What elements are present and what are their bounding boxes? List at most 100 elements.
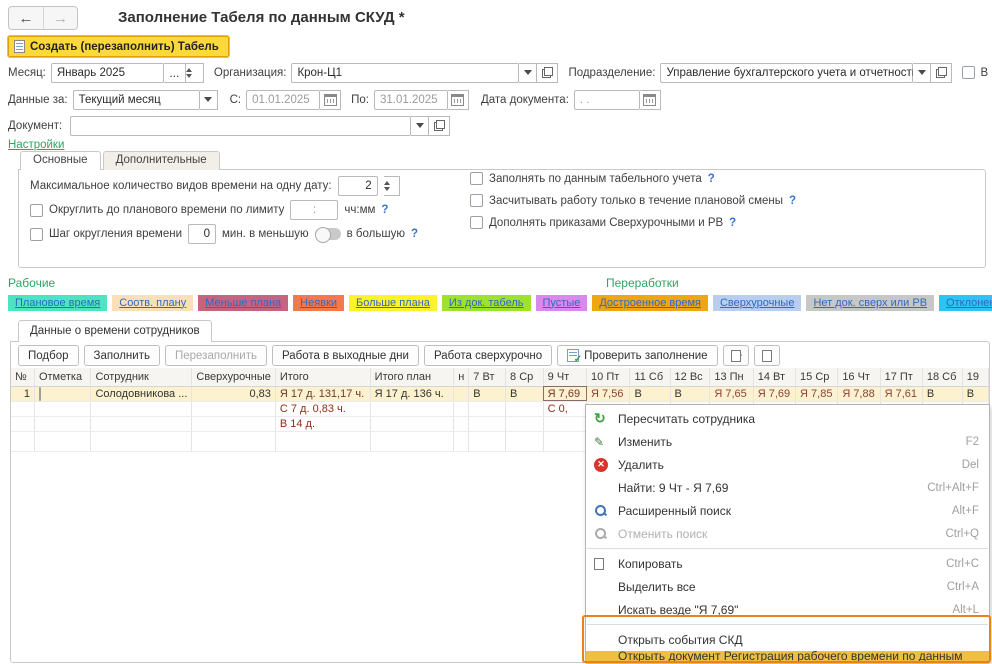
doc-date-calendar-button[interactable] [640, 90, 661, 110]
round-limit-input[interactable]: : [290, 200, 338, 220]
supplement-orders-help[interactable]: ? [729, 217, 736, 229]
col-day-16[interactable]: 16 Чт [838, 368, 880, 386]
overtime-work-button[interactable]: Работа сверхурочно [424, 345, 552, 366]
col-day-12[interactable]: 12 Вс [670, 368, 710, 386]
row-checkbox[interactable] [39, 387, 41, 401]
document-dropdown[interactable] [411, 116, 429, 136]
col-day-18[interactable]: 18 Сб [922, 368, 962, 386]
col-day-7[interactable]: 7 Вт [469, 368, 506, 386]
from-date-input[interactable]: 01.01.2025 [246, 90, 320, 110]
menu-item-search-everywhere[interactable]: Искать везде "Я 7,69" Alt+L [586, 598, 989, 621]
menu-item-select-all[interactable]: Выделить все Ctrl+A [586, 575, 989, 598]
fill-from-timesheet-checkbox[interactable] [470, 172, 483, 185]
step-input[interactable]: 0 [188, 224, 216, 244]
col-day-15[interactable]: 15 Ср [796, 368, 838, 386]
check-fill-button[interactable]: Проверить заполнение [557, 345, 717, 366]
legend-less-than-plan[interactable]: Меньше плана [198, 295, 288, 311]
department-input[interactable]: Управление бухгалтерского учета и отчетн… [660, 63, 913, 83]
organization-open-button[interactable] [537, 63, 558, 83]
hierarchy-checkbox[interactable]: В иерар [962, 66, 992, 79]
cell-total-dayoff[interactable]: В 14 д. [275, 416, 370, 431]
cell-day-16[interactable]: Я 7,88 [838, 386, 880, 401]
tab-additional[interactable]: Дополнительные [103, 151, 220, 170]
step-help[interactable]: ? [411, 228, 418, 240]
cell-day-17[interactable]: Я 7,61 [880, 386, 922, 401]
forward-button[interactable]: → [43, 7, 77, 29]
col-day-10[interactable]: 10 Пт [587, 368, 630, 386]
legend-empty[interactable]: Пустые [536, 295, 588, 311]
col-day-17[interactable]: 17 Пт [880, 368, 922, 386]
organization-dropdown[interactable] [519, 63, 537, 83]
cell-day-11[interactable]: В [630, 386, 670, 401]
cell-day-14[interactable]: Я 7,69 [753, 386, 795, 401]
cell-day-18[interactable]: В [922, 386, 962, 401]
cell-day-10[interactable]: Я 7,56 [587, 386, 630, 401]
max-types-spinner[interactable] [384, 176, 400, 196]
cell-employee[interactable]: Солодовникова ... [91, 386, 192, 401]
col-day-9[interactable]: 9 Чт [543, 368, 586, 386]
supplement-orders-checkbox[interactable] [470, 216, 483, 229]
legend-more-than-plan[interactable]: Больше плана [349, 295, 437, 311]
round-limit-checkbox[interactable] [30, 204, 43, 217]
tab-main[interactable]: Основные [20, 151, 101, 170]
employee-row[interactable]: 1 Солодовникова ... 0,83 Я 17 д. 131,17 … [11, 386, 989, 401]
col-num[interactable]: № [11, 368, 34, 386]
legend-no-doc-overtime[interactable]: Нет док. сверх или РВ [806, 295, 934, 311]
col-day-13[interactable]: 13 Пн [710, 368, 753, 386]
cell-day-15[interactable]: Я 7,85 [796, 386, 838, 401]
menu-item-find[interactable]: Найти: 9 Чт - Я 7,69 Ctrl+Alt+F [586, 476, 989, 499]
legend-absences[interactable]: Неявки [293, 295, 344, 311]
cell-day-cut[interactable] [454, 386, 469, 401]
month-spinner[interactable] [186, 63, 204, 83]
legend-deviation[interactable]: Отклонение [939, 295, 992, 311]
weekend-work-button[interactable]: Работа в выходные дни [272, 345, 419, 366]
cell-total-plan[interactable]: Я 17 д. 136 ч. [370, 386, 454, 401]
menu-item-edit[interactable]: ✎ Изменить F2 [586, 430, 989, 453]
cell-overtime[interactable]: 0,83 [192, 386, 275, 401]
col-mark[interactable]: Отметка [34, 368, 90, 386]
fill-from-timesheet-help[interactable]: ? [708, 173, 715, 185]
round-limit-help[interactable]: ? [381, 204, 388, 216]
legend-matches-plan[interactable]: Соотв. плану [112, 295, 193, 311]
legend-from-timesheet-doc[interactable]: Из док. табель [442, 295, 531, 311]
col-employee[interactable]: Сотрудник [91, 368, 192, 386]
back-button[interactable]: ← [9, 7, 43, 29]
menu-item-recalculate[interactable]: ↻ Пересчитать сотрудника [586, 407, 989, 430]
col-day-11[interactable]: 11 Сб [630, 368, 670, 386]
cell-day-12[interactable]: В [670, 386, 710, 401]
cell-total-overtime[interactable]: С 7 д. 0,83 ч. [275, 401, 370, 416]
cell-day-7[interactable]: В [469, 386, 506, 401]
to-calendar-button[interactable] [448, 90, 469, 110]
menu-item-cancel-search[interactable]: Отменить поиск Ctrl+Q [586, 522, 989, 545]
settings-link[interactable]: Настройки [8, 139, 64, 151]
pick-button[interactable]: Подбор [18, 345, 79, 366]
menu-item-advanced-search[interactable]: Расширенный поиск Alt+F [586, 499, 989, 522]
cell-total-empty[interactable] [275, 431, 370, 451]
doc-date-input[interactable]: . . [574, 90, 640, 110]
department-dropdown[interactable] [913, 63, 931, 83]
menu-item-delete[interactable]: ✕ Удалить Del [586, 453, 989, 476]
rounding-direction-toggle[interactable] [315, 228, 341, 240]
month-input[interactable]: Январь 2025 [51, 63, 164, 83]
refill-button[interactable]: Перезаполнить [165, 345, 267, 366]
col-day-8[interactable]: 8 Ср [506, 368, 544, 386]
col-overtime[interactable]: Сверхурочные [192, 368, 275, 386]
max-types-input[interactable]: 2 [338, 176, 378, 196]
cell-day-8[interactable]: В [506, 386, 544, 401]
count-within-shift-checkbox[interactable] [470, 194, 483, 207]
mark-all-button[interactable]: ✓ [723, 345, 749, 366]
legend-completed-time[interactable]: Достроенное время [592, 295, 708, 311]
step-checkbox[interactable] [30, 228, 43, 241]
cell-day-13[interactable]: Я 7,65 [710, 386, 753, 401]
menu-item-copy[interactable]: Копировать Ctrl+C [586, 552, 989, 575]
department-open-button[interactable] [931, 63, 952, 83]
unmark-all-button[interactable] [754, 345, 780, 366]
organization-input[interactable]: Крон-Ц1 [291, 63, 519, 83]
cell-day-9-overtime[interactable]: С 0, [543, 401, 586, 416]
data-for-dropdown[interactable] [200, 90, 218, 110]
to-date-input[interactable]: 31.01.2025 [374, 90, 448, 110]
col-day-cut[interactable]: н [454, 368, 469, 386]
document-open-button[interactable] [429, 116, 450, 136]
data-for-select[interactable]: Текущий месяц [73, 90, 200, 110]
create-timesheet-button[interactable]: Создать (перезаполнить) Табель [8, 36, 229, 57]
